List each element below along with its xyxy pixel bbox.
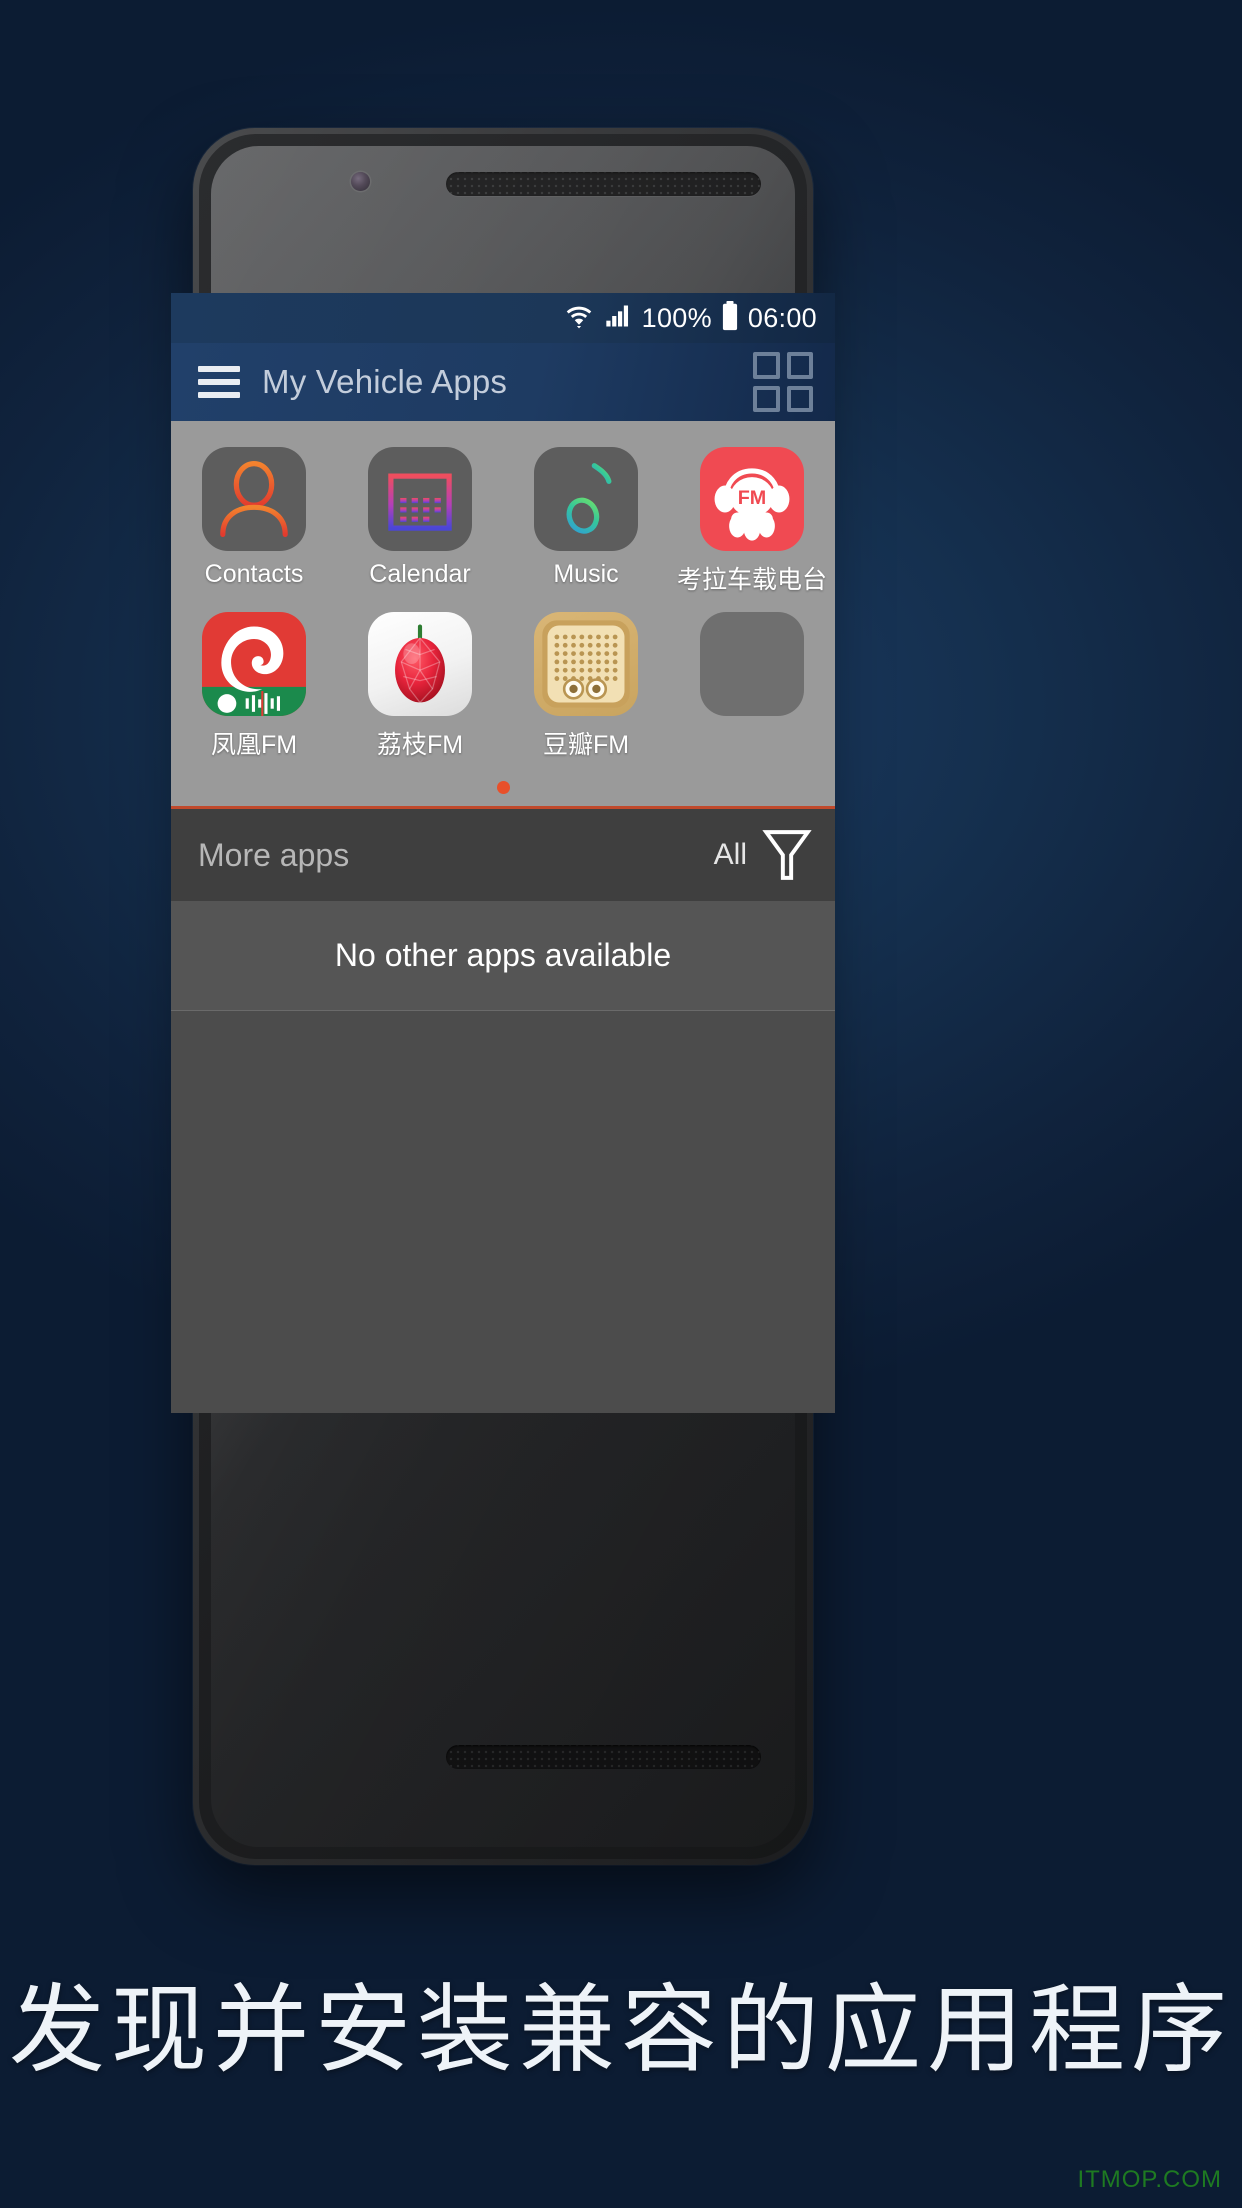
status-bar: 100% 06:00: [171, 293, 835, 343]
app-toolbar: My Vehicle Apps: [171, 343, 835, 421]
page-dot-active[interactable]: [496, 781, 510, 794]
wifi-icon: [564, 302, 594, 335]
apps-list-body: [171, 1011, 835, 1413]
site-watermark: ITMOP.COM: [1077, 2166, 1222, 2193]
page-title: My Vehicle Apps: [262, 363, 508, 400]
music-note-icon: [534, 447, 638, 551]
svg-text:FM: FM: [738, 487, 767, 509]
douban-fm-icon: [534, 612, 638, 716]
empty-state-row: No other apps available: [171, 901, 835, 1011]
app-label: 考拉车载电台: [676, 566, 827, 594]
funnel-filter-icon[interactable]: [761, 828, 813, 882]
battery-percent-label: 100%: [641, 302, 712, 333]
app-row: 凤凰FM 荔枝FM 豆瓣FM: [171, 602, 835, 767]
more-apps-header: More apps All: [171, 809, 835, 901]
app-label: 凤凰FM: [210, 731, 298, 759]
hamburger-menu-icon[interactable]: [198, 366, 240, 398]
app-item-contacts[interactable]: Contacts: [171, 437, 337, 602]
phoenix-fm-icon: [202, 612, 306, 716]
app-label: Contacts: [204, 560, 304, 588]
app-label: 荔枝FM: [376, 731, 464, 759]
clock-label: 06:00: [747, 302, 817, 333]
lizhi-fm-icon: [368, 612, 472, 716]
app-item-koala-fm[interactable]: FM 考拉车载电台: [669, 437, 835, 602]
signal-bars-icon: [603, 302, 633, 335]
app-item-douban-fm[interactable]: 豆瓣FM: [503, 602, 669, 767]
empty-slot-icon: [700, 612, 804, 716]
earpiece-speaker-icon: [446, 172, 761, 196]
app-item-music[interactable]: Music: [503, 437, 669, 602]
app-item-calendar[interactable]: Calendar: [337, 437, 503, 602]
battery-full-icon: [721, 300, 739, 336]
more-apps-title: More apps: [198, 836, 350, 873]
calendar-icon: [368, 447, 472, 551]
app-label: Music: [553, 560, 619, 588]
page-indicator: [171, 767, 835, 806]
promo-caption: 发现并安装兼容的应用程序: [9, 1974, 1233, 2086]
app-item-empty-slot[interactable]: [669, 602, 835, 767]
app-item-lizhi-fm[interactable]: 荔枝FM: [337, 602, 503, 767]
bottom-speaker-icon: [446, 1745, 761, 1769]
app-label: 豆瓣FM: [542, 731, 630, 759]
app-grid-pager[interactable]: Contacts Calendar Music FM 考拉车载电台 凤凰FM 荔…: [171, 421, 835, 809]
filter-label: All: [713, 838, 747, 871]
empty-state-message: No other apps available: [334, 937, 672, 973]
grid-view-icon[interactable]: [753, 352, 813, 412]
koala-fm-icon: FM: [700, 447, 804, 551]
app-row: Contacts Calendar Music FM 考拉车载电台: [171, 437, 835, 602]
app-item-phoenix-fm[interactable]: 凤凰FM: [171, 602, 337, 767]
filter-control[interactable]: All: [714, 828, 813, 882]
contact-person-icon: [202, 447, 306, 551]
app-label: Calendar: [369, 560, 471, 588]
front-camera-icon: [351, 172, 370, 191]
phone-screen: 100% 06:00 My Vehicle Apps Contacts Cale…: [171, 293, 835, 1413]
screenshot-stage: 100% 06:00 My Vehicle Apps Contacts Cale…: [0, 0, 1242, 2208]
